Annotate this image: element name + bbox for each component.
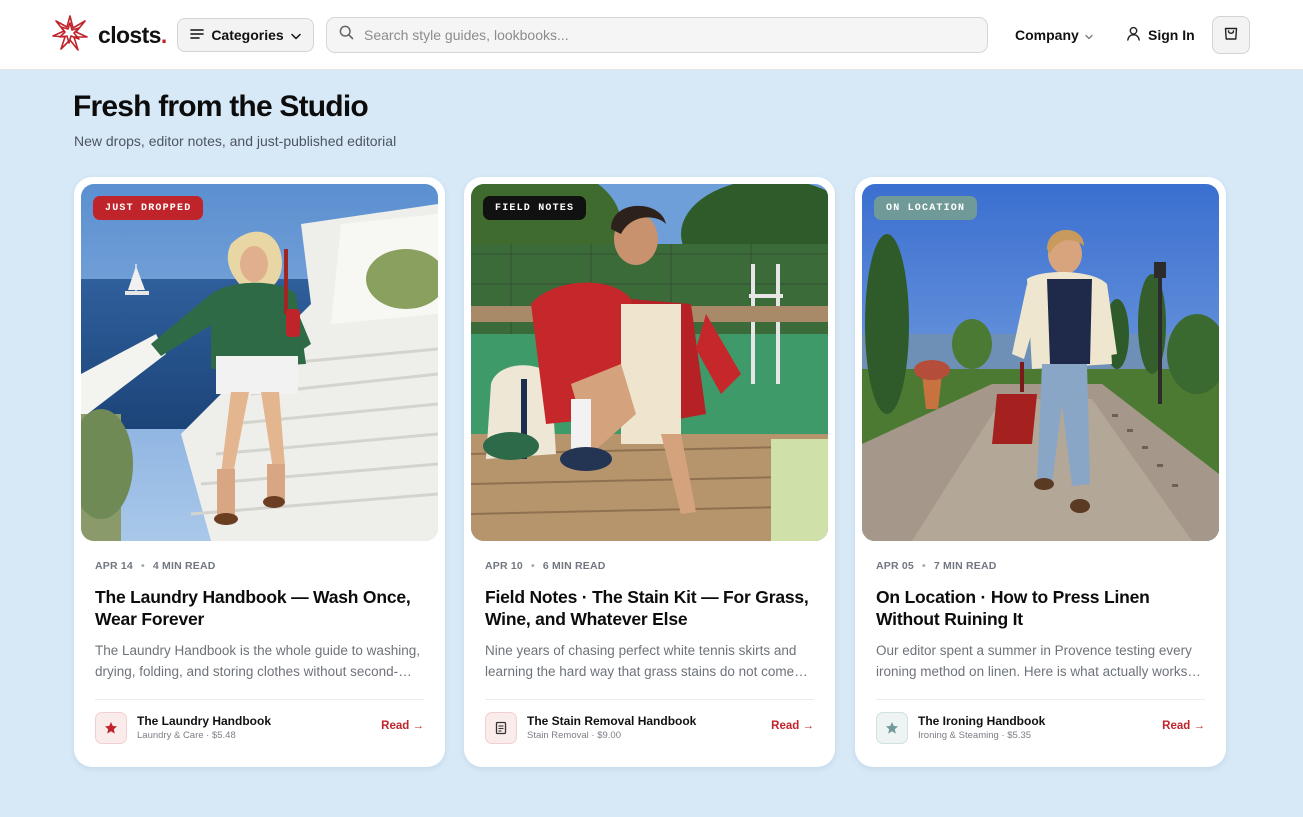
card-divider bbox=[876, 699, 1205, 700]
article-excerpt: Our editor spent a summer in Provence te… bbox=[876, 643, 1192, 679]
read-link[interactable]: Read → bbox=[1162, 720, 1205, 732]
article-card[interactable]: JUST DROPPED APR 14 • 4 MIN READ The Lau… bbox=[74, 177, 445, 767]
categories-button[interactable]: Categories bbox=[177, 18, 314, 52]
card-divider bbox=[95, 699, 424, 700]
article-title[interactable]: The Laundry Handbook — Wash Once, Wear F… bbox=[95, 586, 430, 630]
article-excerpt: Nine years of chasing perfect white tenn… bbox=[485, 643, 797, 679]
read-link[interactable]: Read → bbox=[771, 720, 814, 732]
search-icon bbox=[339, 25, 354, 45]
brand-logo[interactable]: closts. bbox=[52, 14, 167, 56]
document-icon bbox=[485, 712, 517, 744]
article-read-time: 4 MIN READ bbox=[152, 560, 216, 572]
categories-label: Categories bbox=[211, 27, 284, 43]
article-excerpt: The Laundry Handbook is the whole guide … bbox=[95, 643, 420, 679]
meta-separator: • bbox=[921, 560, 926, 572]
article-meta: APR 10 • 6 MIN READ bbox=[485, 560, 606, 572]
logo-burst-icon bbox=[52, 14, 88, 56]
product-meta: Laundry & Care · $5.48 bbox=[137, 730, 236, 741]
article-image[interactable]: JUST DROPPED bbox=[81, 184, 438, 541]
menu-lines-icon bbox=[190, 27, 205, 43]
article-date: APR 14 bbox=[95, 560, 133, 572]
article-image[interactable]: FIELD NOTES bbox=[471, 184, 828, 541]
product-name[interactable]: The Laundry Handbook bbox=[137, 714, 271, 728]
article-meta: APR 14 • 4 MIN READ bbox=[95, 560, 216, 572]
product-name[interactable]: The Ironing Handbook bbox=[918, 714, 1045, 728]
chevron-down-icon bbox=[1085, 27, 1093, 43]
article-image[interactable]: ON LOCATION bbox=[862, 184, 1219, 541]
star-icon bbox=[95, 712, 127, 744]
cart-button[interactable] bbox=[1212, 16, 1250, 54]
article-read-time: 6 MIN READ bbox=[542, 560, 606, 572]
article-title[interactable]: On Location · How to Press Linen Without… bbox=[876, 586, 1211, 630]
article-card[interactable]: ON LOCATION APR 05 • 7 MIN READ On Locat… bbox=[855, 177, 1226, 767]
search-bar[interactable] bbox=[326, 17, 988, 53]
product-meta: Stain Removal · $9.00 bbox=[527, 730, 621, 741]
card-divider bbox=[485, 699, 814, 700]
article-card[interactable]: FIELD NOTES APR 10 • 6 MIN READ Field No… bbox=[464, 177, 835, 767]
brand-name: closts. bbox=[98, 21, 167, 48]
article-badge: ON LOCATION bbox=[874, 196, 978, 220]
chevron-down-icon bbox=[290, 27, 301, 43]
product-name[interactable]: The Stain Removal Handbook bbox=[527, 714, 696, 728]
read-link[interactable]: Read → bbox=[381, 720, 424, 732]
shopping-bag-icon bbox=[1223, 25, 1239, 46]
meta-separator: • bbox=[140, 560, 145, 572]
star-icon bbox=[876, 712, 908, 744]
article-date: APR 05 bbox=[876, 560, 914, 572]
section-subtitle: New drops, editor notes, and just-publis… bbox=[74, 133, 397, 149]
section-title: Fresh from the Studio bbox=[73, 90, 369, 123]
site-header: closts. Categories Company Sign In bbox=[0, 0, 1303, 70]
company-menu[interactable]: Company bbox=[1015, 25, 1093, 45]
company-label: Company bbox=[1015, 27, 1079, 43]
search-input[interactable] bbox=[364, 27, 964, 43]
article-read-time: 7 MIN READ bbox=[933, 560, 997, 572]
sign-in-label: Sign In bbox=[1148, 27, 1195, 43]
user-icon bbox=[1126, 26, 1141, 44]
article-badge: JUST DROPPED bbox=[93, 196, 204, 220]
article-date: APR 10 bbox=[485, 560, 523, 572]
article-meta: APR 05 • 7 MIN READ bbox=[876, 560, 997, 572]
product-meta: Ironing & Steaming · $5.35 bbox=[918, 730, 1032, 741]
meta-separator: • bbox=[530, 560, 535, 572]
sign-in-link[interactable]: Sign In bbox=[1126, 25, 1195, 45]
article-title[interactable]: Field Notes · The Stain Kit — For Grass,… bbox=[485, 586, 820, 630]
article-badge: FIELD NOTES bbox=[483, 196, 587, 220]
